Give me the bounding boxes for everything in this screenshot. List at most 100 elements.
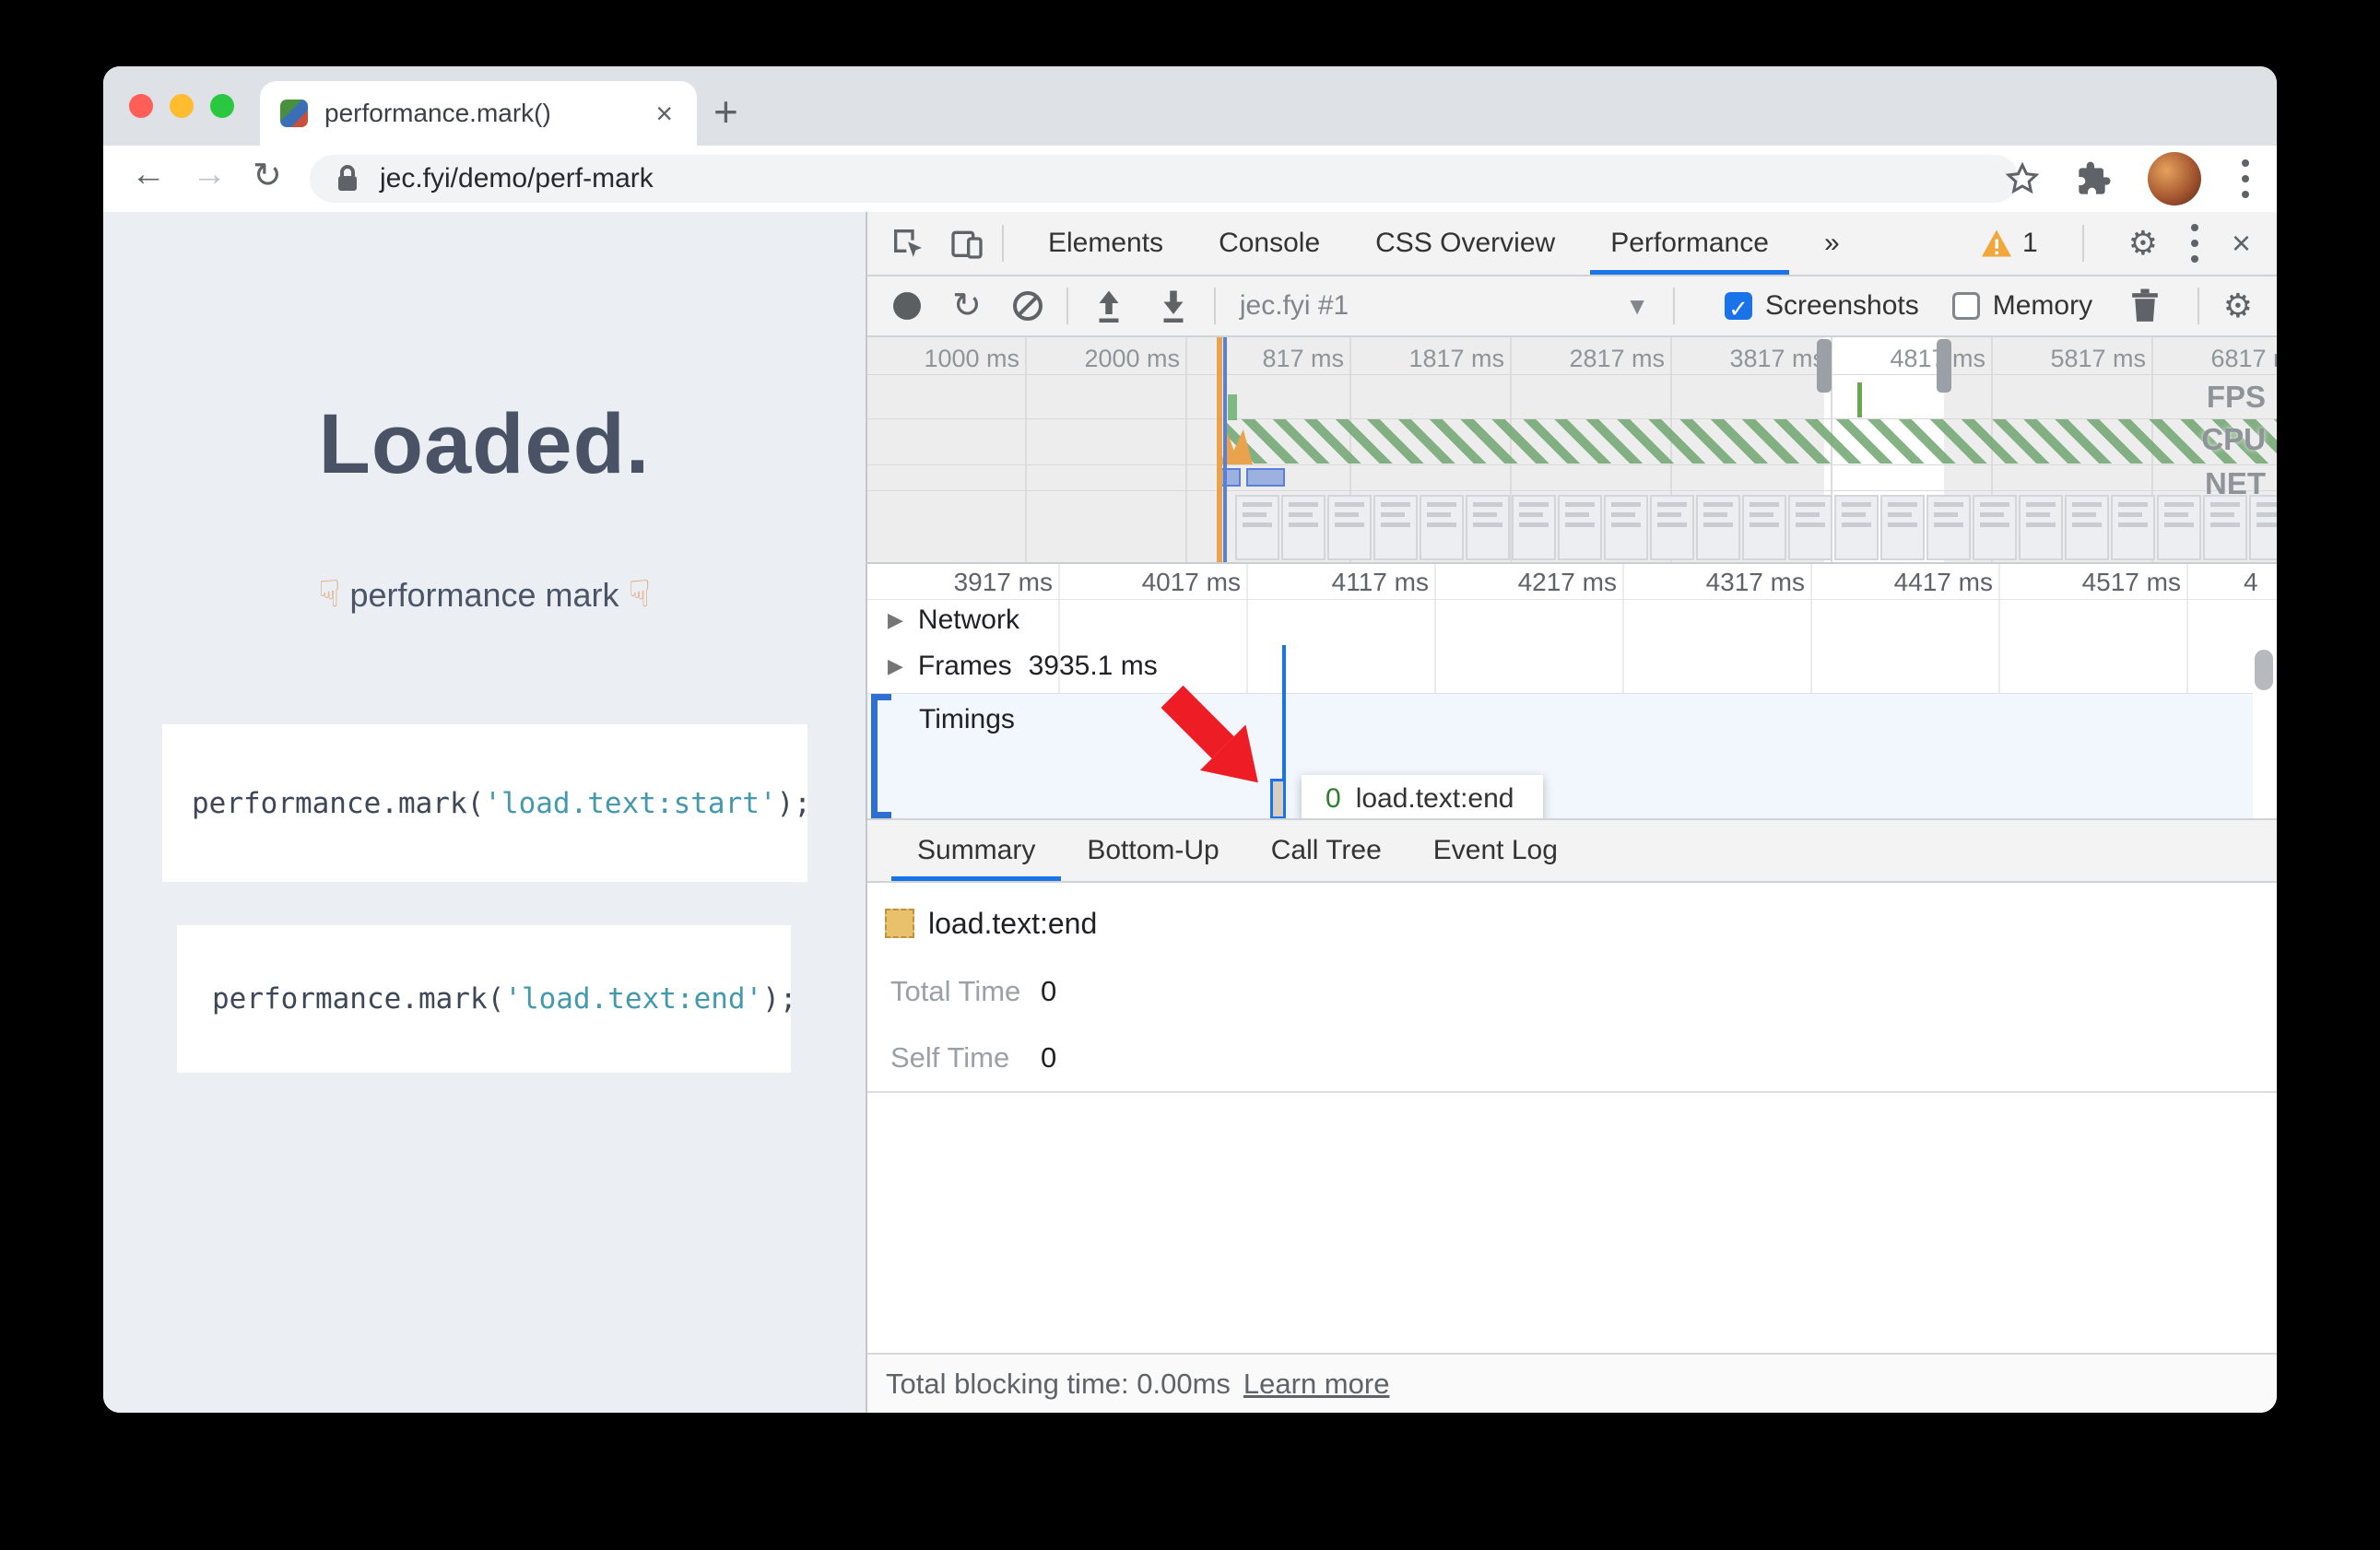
detail-ruler-label: 4517 ms: [2081, 568, 2181, 596]
memory-label[interactable]: Memory: [1993, 290, 2092, 322]
timings-track-row[interactable]: [867, 693, 2253, 818]
extensions-puzzle-icon[interactable]: [2076, 160, 2113, 197]
clear-recording-icon[interactable]: [1012, 291, 1043, 321]
warning-icon: [1982, 229, 2011, 257]
devtools-tab-performance[interactable]: Performance: [1583, 212, 1797, 275]
profile-select[interactable]: jec.fyi #1: [1240, 290, 1349, 322]
screenshot-thumbnail[interactable]: [1281, 495, 1325, 560]
red-annotation-arrow: [1161, 685, 1258, 783]
back-icon[interactable]: ←: [131, 155, 166, 194]
minimize-window-button[interactable]: [170, 94, 194, 118]
screenshot-thumbnail[interactable]: [1650, 495, 1694, 560]
frames-track-row[interactable]: ▶ Frames 3935.1 ms: [867, 651, 2277, 682]
tab-close-icon[interactable]: ×: [655, 97, 673, 131]
devtools-tab--[interactable]: »: [1797, 212, 1867, 275]
new-tab-button[interactable]: +: [713, 87, 738, 136]
zoom-window-button[interactable]: [210, 94, 234, 118]
page-title: Loaded.: [318, 397, 651, 491]
screenshot-thumbnail[interactable]: [1373, 495, 1418, 560]
fps-spike: [1228, 394, 1237, 420]
overview-ruler-label: 2817 ms: [1569, 345, 1665, 372]
screenshot-thumbnail[interactable]: [1512, 495, 1556, 560]
screenshot-thumbnail[interactable]: [1788, 495, 1832, 560]
screenshot-thumbnail[interactable]: [1696, 495, 1740, 560]
devtools-close-icon[interactable]: ×: [2232, 224, 2251, 263]
screenshot-thumbnail[interactable]: [1880, 495, 1925, 560]
screenshot-thumbnail[interactable]: [1973, 495, 2017, 560]
close-window-button[interactable]: [129, 94, 153, 118]
chevron-down-icon[interactable]: ▼: [1625, 292, 1649, 321]
reload-and-record-icon[interactable]: ↻: [952, 288, 982, 323]
bottom-tab-summary[interactable]: Summary: [891, 820, 1062, 881]
inspect-element-icon[interactable]: [890, 225, 926, 262]
screenshot-thumbnail[interactable]: [2203, 495, 2247, 560]
screenshot-thumbnail[interactable]: [1235, 495, 1279, 560]
url-input[interactable]: jec.fyi/demo/perf-mark: [310, 155, 2019, 203]
reload-icon[interactable]: ↻: [253, 155, 282, 196]
summary-row-value: 0: [1041, 1041, 1057, 1074]
network-track-label: Network: [917, 605, 1019, 635]
selection-left-handle[interactable]: [1817, 339, 1832, 393]
screenshot-thumbnail[interactable]: [1742, 495, 1786, 560]
screenshot-thumbnail[interactable]: [1926, 495, 1971, 560]
network-track-row[interactable]: ▶ Network: [867, 605, 2277, 636]
screenshot-thumbnail[interactable]: [1466, 495, 1510, 560]
devtools-panel: Elements Console CSS Overview Performance» …: [866, 212, 2277, 1413]
performance-mark-caption: ☟ performance mark ☟: [318, 574, 651, 615]
code-snippet-start: performance.mark('load.text:start');: [162, 724, 811, 882]
devtools-settings-gear-icon[interactable]: ⚙: [2128, 224, 2158, 263]
summary-row-label: Total Time: [890, 975, 1021, 1007]
memory-checkbox[interactable]: [1951, 292, 1980, 320]
disclosure-triangle-icon[interactable]: ▶: [888, 608, 903, 632]
screenshot-thumbnail[interactable]: [2019, 495, 2063, 560]
screenshot-thumbnail[interactable]: [1834, 495, 1879, 560]
screenshots-checkbox[interactable]: ✓: [1724, 292, 1752, 323]
total-blocking-time: Total blocking time: 0.00ms: [886, 1367, 1231, 1400]
screenshots-label[interactable]: Screenshots: [1765, 290, 1919, 322]
screenshot-thumbnail[interactable]: [2111, 495, 2155, 560]
screenshot-thumbnail[interactable]: [1327, 495, 1372, 560]
trash-icon[interactable]: [2129, 288, 2161, 324]
screenshot-thumbnail[interactable]: [1420, 495, 1464, 560]
favicon-icon: [280, 100, 308, 127]
capture-settings-gear-icon[interactable]: ⚙: [2223, 287, 2253, 325]
learn-more-link[interactable]: Learn more: [1243, 1368, 1390, 1401]
screenshot-thumbnail[interactable]: [1558, 495, 1602, 560]
browser-tab[interactable]: performance.mark() ×: [260, 81, 697, 146]
device-toolbar-icon[interactable]: [948, 225, 985, 262]
bookmark-star-icon[interactable]: [2004, 160, 2041, 197]
overview-ruler-label: 1817 ms: [1408, 345, 1504, 372]
summary-row-label: Self Time: [890, 1041, 1010, 1074]
save-profile-icon[interactable]: [1157, 288, 1190, 324]
bottom-tab-call-tree[interactable]: Call Tree: [1245, 820, 1408, 881]
record-button[interactable]: [893, 292, 921, 320]
timeline-overview[interactable]: 1000 ms 2000 ms 817 ms 1817 ms 2817 ms 3817 m…: [867, 337, 2277, 564]
net-track-label: NET: [2205, 466, 2266, 500]
bottom-tab-bottom-up[interactable]: Bottom-Up: [1061, 820, 1244, 881]
profile-avatar[interactable]: [2148, 152, 2201, 205]
detail-scrollbar-thumb[interactable]: [2255, 650, 2273, 690]
cpu-track-label: CPU: [2201, 422, 2266, 456]
overview-ruler-label: 2000 ms: [1084, 345, 1180, 372]
screenshot-thumbnail[interactable]: [2157, 495, 2201, 560]
forward-icon[interactable]: →: [192, 155, 227, 194]
screenshot-thumbnail[interactable]: [1604, 495, 1648, 560]
tooltip-value: 0: [1325, 783, 1341, 814]
bottom-tab-event-log[interactable]: Event Log: [1408, 820, 1584, 881]
issues-counter[interactable]: 1: [1980, 228, 2038, 259]
overview-ruler-label: 4817 ms: [1890, 345, 1985, 372]
disclosure-triangle-icon[interactable]: ▶: [888, 654, 903, 678]
devtools-tab-console[interactable]: Console: [1191, 212, 1348, 275]
performance-toolbar: ↻ jec.fyi #1 ▼ ✓ Screenshots Memory ⚙: [867, 276, 2277, 337]
devtools-tab-elements[interactable]: Elements: [1020, 212, 1191, 275]
selection-right-handle[interactable]: [1937, 339, 1951, 393]
devtools-menu-icon[interactable]: [2186, 218, 2204, 268]
load-profile-icon[interactable]: [1092, 288, 1125, 324]
title-bar: performance.mark() × +: [103, 66, 2277, 146]
screenshot-thumbnail[interactable]: [2249, 495, 2277, 560]
timeline-detail-pane[interactable]: 3917 ms 4017 ms 4117 ms 4217 ms 4317 ms 4417 …: [867, 564, 2277, 820]
browser-menu-icon[interactable]: [2236, 154, 2255, 204]
screenshot-thumbnail[interactable]: [2065, 495, 2109, 560]
devtools-tab-css-overview[interactable]: CSS Overview: [1348, 212, 1583, 275]
fps-track-label: FPS: [2206, 380, 2266, 414]
